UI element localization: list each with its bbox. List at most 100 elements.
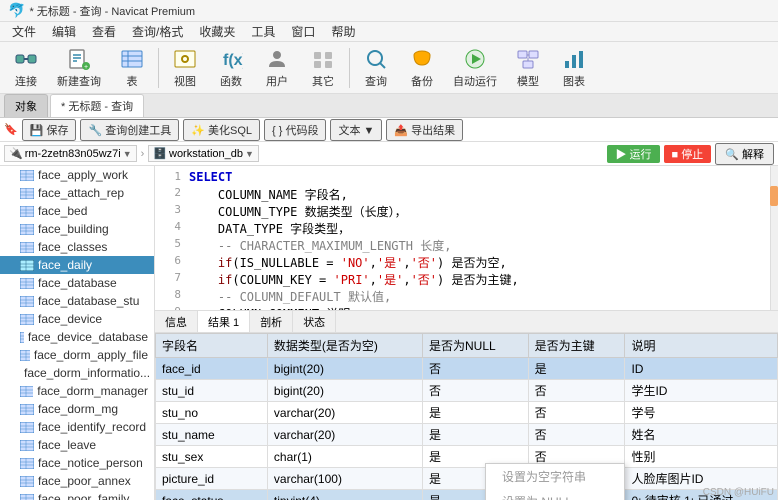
toolbar-table[interactable]: 表 [110, 45, 154, 91]
table-row[interactable]: stu_name varchar(20) 是 否 姓名 [156, 424, 778, 446]
query-builder-button[interactable]: 🔧 查询创建工具 [80, 119, 179, 141]
code-line-9: 9 COLUMN_COMMENT 说明 [159, 305, 774, 311]
sidebar-item-face-dorm-information[interactable]: face_dorm_informatio... [0, 364, 154, 382]
toolbar-new-query[interactable]: + 新建查询 [50, 45, 108, 91]
sidebar-item-face-daily[interactable]: face_daily [0, 256, 154, 274]
sidebar-item-face-poor-family[interactable]: face_poor_family [0, 490, 154, 500]
table-row[interactable]: face_id bigint(20) 否 是 ID [156, 358, 778, 380]
table-icon [20, 404, 34, 415]
svg-text:f(x): f(x) [223, 52, 243, 69]
menu-query-format[interactable]: 查询/格式 [124, 21, 191, 42]
menu-view[interactable]: 查看 [84, 21, 124, 42]
conn-arrow-right: › [141, 148, 145, 160]
table-icon [20, 278, 34, 289]
text-button[interactable]: 文本 ▼ [330, 119, 382, 141]
table-icon [20, 260, 34, 271]
menu-window[interactable]: 窗口 [283, 21, 323, 42]
sidebar-item-face-building[interactable]: face_building [0, 220, 154, 238]
sidebar-item-face-dorm-apply-file[interactable]: face_dorm_apply_file [0, 346, 154, 364]
toolbar-chart-label: 图表 [563, 73, 585, 89]
sidebar-item-face-notice-person[interactable]: face_notice_person [0, 454, 154, 472]
toolbar-view-label: 视图 [174, 73, 196, 89]
sidebar-item-face-leave[interactable]: face_leave [0, 436, 154, 454]
table-icon [20, 494, 34, 500]
connection-selector[interactable]: 🔌 rm-2zetn83n05wz7i ▼ [4, 145, 137, 162]
toolbar-chart[interactable]: 图表 [552, 45, 596, 91]
toolbar-user[interactable]: 用户 [255, 45, 299, 91]
code-line-6: 6 if(IS_NULLABLE = 'NO','是','否') 是否为空, [159, 254, 774, 271]
result-tab-info[interactable]: 信息 [155, 311, 198, 332]
code-line-7: 7 if(COLUMN_KEY = 'PRI','是','否') 是否为主键, [159, 271, 774, 288]
toolbar-connect[interactable]: 连接 [4, 45, 48, 91]
toolbar-model[interactable]: 模型 [506, 45, 550, 91]
toolbar-query-label: 查询 [365, 73, 387, 89]
result-table: 字段名 数据类型(是否为空) 是否为NULL 是否为主键 说明 face_id … [155, 333, 778, 500]
toolbar-autorun-label: 自动运行 [453, 73, 497, 89]
sidebar-item-face-poor-annex[interactable]: face_poor_annex [0, 472, 154, 490]
th-data-type: 数据类型(是否为空) [267, 334, 422, 358]
code-snippet-button[interactable]: { } 代码段 [264, 119, 326, 141]
table-row[interactable]: stu_no varchar(20) 是 否 学号 [156, 402, 778, 424]
svg-text:+: + [84, 64, 88, 71]
export-result-button[interactable]: 📤 导出结果 [386, 119, 463, 141]
toolbar-table-label: 表 [127, 73, 138, 89]
menu-favorites[interactable]: 收藏夹 [191, 21, 243, 42]
result-tab-status[interactable]: 状态 [293, 311, 336, 332]
table-icon [20, 350, 30, 361]
beautify-sql-button[interactable]: ✨ 美化SQL [183, 119, 260, 141]
toolbar-backup[interactable]: 备份 [400, 45, 444, 91]
table-row[interactable]: stu_id bigint(20) 否 否 学生ID [156, 380, 778, 402]
toolbar-new-query-label: 新建查询 [57, 73, 101, 89]
toolbar-autorun[interactable]: 自动运行 [446, 45, 504, 91]
table-row[interactable]: face_status tinyint(4) 是 否 0: 待审核 1: 已通过 [156, 490, 778, 500]
title-text: * 无标题 - 查询 - Navicat Premium [29, 3, 195, 19]
query-toolbar: 🔖 💾 保存 🔧 查询创建工具 ✨ 美化SQL { } 代码段 文本 ▼ 📤 导… [0, 118, 778, 142]
code-line-5: 5 -- CHARACTER_MAXIMUM_LENGTH 长度, [159, 237, 774, 254]
sidebar-item-face-device[interactable]: face_device [0, 310, 154, 328]
tab-object[interactable]: 对象 [4, 94, 48, 117]
stop-button[interactable]: ■ 停止 [664, 145, 712, 163]
toolbar-function[interactable]: f(x) 函数 [209, 45, 253, 91]
menu-file[interactable]: 文件 [4, 21, 44, 42]
table-header-row: 字段名 数据类型(是否为空) 是否为NULL 是否为主键 说明 [156, 334, 778, 358]
database-selector[interactable]: 🗄️ workstation_db ▼ [148, 145, 259, 162]
result-table-wrap[interactable]: 字段名 数据类型(是否为空) 是否为NULL 是否为主键 说明 face_id … [155, 333, 778, 500]
run-button[interactable]: ▶ 运行 [607, 145, 659, 163]
save-button[interactable]: 💾 保存 [22, 119, 77, 141]
toolbar-other[interactable]: 其它 [301, 45, 345, 91]
toolbar-divider-2 [349, 48, 350, 88]
tab-query[interactable]: * 无标题 - 查询 [50, 94, 144, 117]
sidebar-item-face-dorm-mg[interactable]: face_dorm_mg [0, 400, 154, 418]
sidebar-item-face-classes[interactable]: face_classes [0, 238, 154, 256]
table-icon [20, 458, 34, 469]
sidebar-item-face-attach-rep[interactable]: face_attach_rep [0, 184, 154, 202]
th-field-name: 字段名 [156, 334, 268, 358]
sidebar-item-face-dorm-manager[interactable]: face_dorm_manager [0, 382, 154, 400]
database-arrow-icon: ▼ [245, 149, 254, 159]
result-tab-result1[interactable]: 结果 1 [198, 311, 250, 332]
editor-scrollbar[interactable] [770, 166, 778, 311]
table-row[interactable]: picture_id varchar(100) 是 否 人脸库图片ID [156, 468, 778, 490]
menu-edit[interactable]: 编辑 [44, 21, 84, 42]
toolbar-query[interactable]: 查询 [354, 45, 398, 91]
sidebar-item-face-identify-record[interactable]: face_identify_record [0, 418, 154, 436]
sidebar-item-face-apply-work[interactable]: face_apply_work [0, 166, 154, 184]
result-tab-analysis[interactable]: 剖析 [250, 311, 293, 332]
th-comment: 说明 [625, 334, 778, 358]
sidebar-item-face-database-stu[interactable]: face_database_stu [0, 292, 154, 310]
explain-button[interactable]: 🔍 解释 [715, 143, 774, 165]
sidebar-item-face-database[interactable]: face_database [0, 274, 154, 292]
table-row[interactable]: stu_sex char(1) 是 否 性别 [156, 446, 778, 468]
sidebar-item-face-device-database[interactable]: face_device_database [0, 328, 154, 346]
menu-help[interactable]: 帮助 [323, 21, 363, 42]
toolbar-model-label: 模型 [517, 73, 539, 89]
code-editor[interactable]: 1 SELECT 2 COLUMN_NAME 字段名, 3 COLUMN_TYP… [155, 166, 778, 311]
code-line-2: 2 COLUMN_NAME 字段名, [159, 186, 774, 203]
sidebar-item-face-bed[interactable]: face_bed [0, 202, 154, 220]
ctx-set-null[interactable]: 设置为 NULL [486, 489, 624, 500]
table-icon [20, 206, 34, 217]
ctx-set-empty-string[interactable]: 设置为空字符串 [486, 464, 624, 489]
toolbar-view[interactable]: 视图 [163, 45, 207, 91]
toolbar-divider-1 [158, 48, 159, 88]
menu-tools[interactable]: 工具 [243, 21, 283, 42]
